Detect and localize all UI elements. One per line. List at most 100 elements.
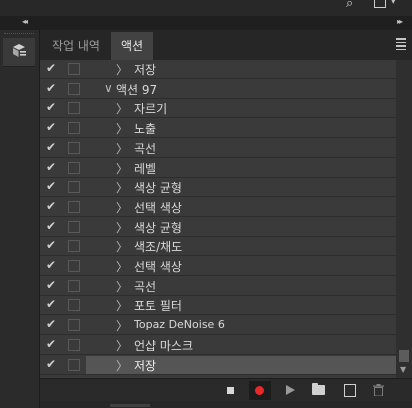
- action-item[interactable]: 〉 선택 색상: [86, 198, 396, 216]
- tab-history[interactable]: 작업 내역: [42, 32, 110, 60]
- expanded-chevron-icon[interactable]: ∨: [104, 81, 113, 95]
- include-toggle[interactable]: ✔: [40, 159, 62, 177]
- search-icon[interactable]: ⌕: [346, 0, 353, 11]
- collapsed-chevron-icon[interactable]: 〉: [116, 278, 128, 295]
- collapsed-chevron-icon[interactable]: 〉: [116, 238, 128, 255]
- play-button[interactable]: [286, 385, 295, 395]
- action-item[interactable]: 〉 곡선: [86, 139, 396, 157]
- collapsed-chevron-icon[interactable]: 〉: [116, 317, 128, 334]
- new-set-button[interactable]: [312, 383, 325, 395]
- action-row[interactable]: ✔ 〉 곡선: [40, 277, 396, 296]
- collapsed-chevron-icon[interactable]: 〉: [116, 297, 128, 314]
- new-action-button[interactable]: [344, 384, 356, 397]
- include-toggle[interactable]: ✔: [40, 257, 62, 275]
- workspace-icon[interactable]: [374, 0, 386, 8]
- action-item[interactable]: 〉 저장: [86, 355, 396, 374]
- collapse-right-icon[interactable]: ▸▸: [397, 17, 403, 26]
- panel-menu-icon[interactable]: [396, 38, 406, 52]
- dialog-toggle[interactable]: [63, 336, 85, 354]
- dialog-toggle[interactable]: [63, 316, 85, 334]
- dock-grip[interactable]: [4, 33, 34, 37]
- include-toggle[interactable]: ✔: [40, 237, 62, 255]
- action-item[interactable]: 〉 레벨: [86, 159, 396, 177]
- action-row[interactable]: ✔ 〉 색조/채도: [40, 237, 396, 257]
- include-toggle[interactable]: ✔: [40, 277, 62, 295]
- action-item[interactable]: ∨ 액션 97: [86, 80, 396, 98]
- include-toggle[interactable]: ✔: [40, 178, 62, 196]
- collapsed-chevron-icon[interactable]: 〉: [116, 100, 128, 117]
- collapsed-chevron-icon[interactable]: 〉: [116, 199, 128, 216]
- action-item[interactable]: 〉 색상 균형: [86, 178, 396, 196]
- include-toggle[interactable]: ✔: [40, 60, 62, 78]
- action-row[interactable]: ✔ 〉 Topaz DeNoise 6: [40, 316, 396, 336]
- dialog-toggle[interactable]: [63, 99, 85, 117]
- footer-scroll[interactable]: [110, 404, 150, 407]
- dialog-toggle[interactable]: [63, 80, 85, 98]
- action-item[interactable]: 〉 자르기: [86, 99, 396, 117]
- dialog-toggle[interactable]: [63, 218, 85, 236]
- dialog-toggle[interactable]: [63, 119, 85, 137]
- action-row[interactable]: ✔ 〉 레벨: [40, 159, 396, 178]
- collapsed-chevron-icon[interactable]: 〉: [116, 337, 128, 354]
- action-row[interactable]: ✔ 〉 곡선: [40, 139, 396, 158]
- action-row[interactable]: ✔ ∨ 액션 97: [40, 80, 396, 99]
- action-row[interactable]: ✔ 〉 언샵 마스크: [40, 336, 396, 355]
- collapsed-chevron-icon[interactable]: 〉: [116, 120, 128, 137]
- chevron-down-icon[interactable]: ▾: [391, 0, 396, 7]
- action-item[interactable]: 〉 노출: [86, 119, 396, 137]
- collapsed-chevron-icon[interactable]: 〉: [116, 61, 128, 78]
- delete-button[interactable]: [373, 384, 384, 396]
- tab-actions[interactable]: 액션: [111, 32, 154, 60]
- include-toggle[interactable]: ✔: [40, 356, 62, 374]
- dialog-toggle[interactable]: [63, 257, 85, 275]
- action-item[interactable]: 〉 색상 균형: [86, 218, 396, 236]
- collapse-left-icon[interactable]: ◂◂: [22, 17, 28, 26]
- action-item[interactable]: 〉 색조/채도: [86, 237, 396, 255]
- dialog-toggle[interactable]: [63, 60, 85, 78]
- action-row[interactable]: ✔ 〉 저장: [40, 355, 396, 375]
- dialog-toggle[interactable]: [63, 296, 85, 314]
- include-toggle[interactable]: ✔: [40, 99, 62, 117]
- action-row[interactable]: ✔ 〉 선택 색상: [40, 257, 396, 276]
- stop-button[interactable]: [227, 387, 234, 394]
- collapsed-chevron-icon[interactable]: 〉: [116, 160, 128, 177]
- include-toggle[interactable]: ✔: [40, 139, 62, 157]
- dialog-toggle[interactable]: [63, 277, 85, 295]
- action-row[interactable]: ✔ 〉 색상 균형: [40, 178, 396, 198]
- dialog-toggle[interactable]: [63, 159, 85, 177]
- dialog-toggle[interactable]: [63, 198, 85, 216]
- action-row[interactable]: ✔ 〉 자르기: [40, 99, 396, 119]
- action-item[interactable]: 〉 저장: [86, 60, 396, 78]
- include-toggle[interactable]: ✔: [40, 218, 62, 236]
- dock-properties-button[interactable]: [3, 38, 35, 67]
- collapsed-chevron-icon[interactable]: 〉: [116, 140, 128, 157]
- scrollbar[interactable]: ▼: [396, 60, 412, 378]
- action-item[interactable]: 〉 언샵 마스크: [86, 336, 396, 354]
- collapsed-chevron-icon[interactable]: 〉: [116, 219, 128, 236]
- action-row[interactable]: ✔ 〉 저장: [40, 60, 396, 79]
- record-icon[interactable]: [255, 386, 264, 395]
- action-row[interactable]: ✔ 〉 노출: [40, 119, 396, 139]
- include-toggle[interactable]: ✔: [40, 296, 62, 314]
- action-item[interactable]: 〉 선택 색상: [86, 257, 396, 275]
- collapsed-chevron-icon[interactable]: 〉: [116, 179, 128, 196]
- include-toggle[interactable]: ✔: [40, 198, 62, 216]
- scroll-thumb[interactable]: [399, 350, 409, 362]
- dialog-toggle[interactable]: [63, 356, 85, 374]
- collapsed-chevron-icon[interactable]: 〉: [116, 357, 128, 374]
- include-toggle[interactable]: ✔: [40, 80, 62, 98]
- action-row[interactable]: ✔ 〉 색상 균형: [40, 218, 396, 237]
- dialog-toggle[interactable]: [63, 139, 85, 157]
- action-item[interactable]: 〉 Topaz DeNoise 6: [86, 316, 396, 334]
- action-row[interactable]: ✔ 〉 포토 필터: [40, 296, 396, 316]
- include-toggle[interactable]: ✔: [40, 316, 62, 334]
- dialog-toggle[interactable]: [63, 237, 85, 255]
- include-toggle[interactable]: ✔: [40, 336, 62, 354]
- action-row[interactable]: ✔ 〉 선택 색상: [40, 198, 396, 217]
- action-item[interactable]: 〉 곡선: [86, 277, 396, 295]
- dialog-toggle[interactable]: [63, 178, 85, 196]
- collapsed-chevron-icon[interactable]: 〉: [116, 258, 128, 275]
- action-item[interactable]: 〉 포토 필터: [86, 296, 396, 314]
- scroll-down-icon[interactable]: ▼: [400, 365, 406, 374]
- include-toggle[interactable]: ✔: [40, 119, 62, 137]
